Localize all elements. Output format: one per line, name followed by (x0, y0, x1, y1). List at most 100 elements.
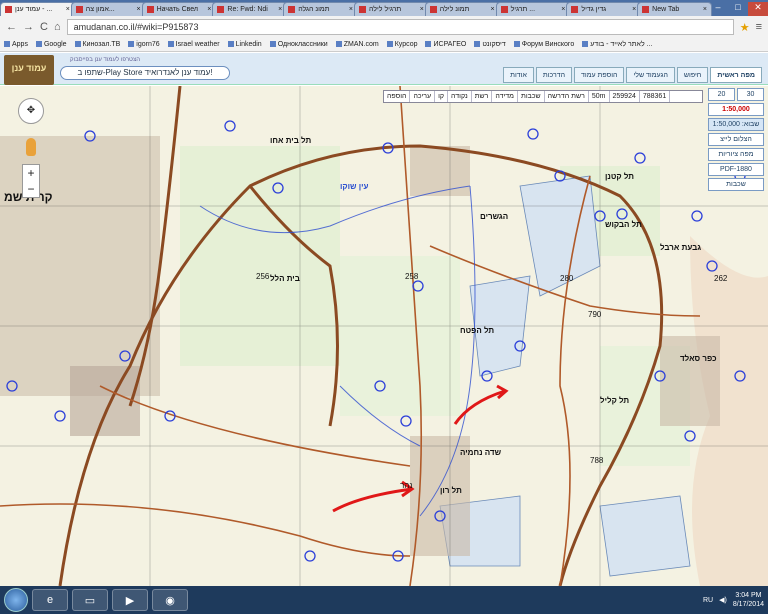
toolbar-item[interactable]: נקודה (448, 91, 472, 102)
coord-x-field[interactable]: 259924 (610, 91, 640, 102)
url-input[interactable]: amudanan.co.il/#wiki=P915873 (66, 19, 734, 35)
clock[interactable]: 3:04 PM 8/17/2014 (733, 591, 764, 609)
close-icon[interactable]: × (278, 6, 282, 13)
nav-tab[interactable]: הגעמוד שלי (626, 67, 675, 83)
toolbar-item[interactable]: רשת (472, 91, 493, 102)
forward-icon[interactable]: → (23, 21, 34, 33)
scale-button[interactable]: 1:50,000 (708, 103, 764, 116)
street-view-pegman-icon[interactable] (26, 138, 36, 156)
browser-tab[interactable]: תרגיל ... × (495, 2, 571, 16)
favicon-icon (217, 6, 225, 13)
close-icon[interactable]: × (632, 6, 636, 13)
maximize-icon[interactable]: □ (728, 2, 748, 16)
address-bar: ← → C ⌂ amudanan.co.il/#wiki=P915873 ★ ≡ (0, 16, 768, 38)
map-toolbar: הוספה עריכה קו נקודה רשת מדידה שכבות רשת… (383, 90, 703, 103)
back-icon[interactable]: ← (6, 21, 17, 33)
volume-icon[interactable]: ◀) (719, 596, 727, 604)
map-label: נהר (400, 481, 413, 490)
panel-button[interactable]: מפה ציוריות (708, 148, 764, 161)
toolbar-item[interactable]: רשת הדרשה (545, 91, 589, 102)
scale-display: 1:50,000 :שבוא (708, 118, 764, 131)
nav-tab[interactable]: אודות (503, 67, 534, 83)
map-canvas[interactable] (0, 86, 768, 586)
toolbar-item[interactable]: קו (435, 91, 449, 102)
map-label: תל הפטח (460, 326, 495, 335)
reload-icon[interactable]: C (40, 21, 48, 33)
bookmark-item[interactable]: Linkedin (228, 41, 262, 48)
toolbar-item[interactable]: הוספה (384, 91, 411, 102)
map-label: 280 (560, 274, 574, 283)
facebook-link[interactable]: הצטרפו לעמוד ענן בפייסבוק (70, 57, 140, 63)
bookmark-item[interactable]: לאתר לאייד - בודע ... (582, 41, 652, 48)
browser-tab[interactable]: New Tab × (637, 2, 712, 16)
close-icon[interactable]: × (66, 6, 70, 13)
close-icon[interactable]: × (703, 6, 707, 13)
bookmark-item[interactable]: Google (36, 41, 67, 48)
favicon-icon (571, 6, 579, 13)
map-label: שדה נחמיה (460, 448, 502, 457)
site-logo[interactable]: עמוד ענן (4, 55, 54, 85)
start-button[interactable] (4, 588, 28, 612)
map-pan-control[interactable]: ✥ (18, 98, 44, 124)
map-label: תל קליל (600, 396, 630, 405)
bookmark-item[interactable]: igorn76 (128, 41, 159, 48)
topographic-map[interactable]: קרית שמ תל בית אחו עין שוקו בית הלל תל ק… (0, 86, 768, 586)
favicon-icon (146, 6, 154, 13)
play-store-share-button[interactable]: שתפו ב-Play Store עמוד ענן לאנדרואיד! (60, 66, 230, 80)
toolbar-item[interactable]: שכבות (518, 91, 545, 102)
browser-tab[interactable]: תמונ הגלה × (283, 2, 358, 16)
toolbar-item[interactable]: מדידה (492, 91, 518, 102)
ie-icon[interactable]: e (32, 589, 68, 611)
home-icon[interactable]: ⌂ (54, 21, 61, 33)
nav-tab[interactable]: הוספת עמוד (574, 67, 625, 83)
map-label: תל רון (440, 486, 462, 495)
close-icon[interactable]: × (207, 6, 211, 13)
nav-tab[interactable]: הדרכות (535, 67, 573, 83)
close-icon[interactable]: × (490, 6, 494, 13)
browser-tab[interactable]: גדין גדיל × (566, 2, 642, 16)
toolbar-item[interactable]: 50m (589, 91, 610, 102)
bookmark-item[interactable]: ИСРАГЕО (425, 41, 466, 48)
pdf-button[interactable]: PDF-1880 (708, 163, 764, 176)
bookmark-item[interactable]: Apps (4, 41, 28, 48)
close-icon[interactable]: × (349, 6, 353, 13)
browser-tab[interactable]: עמוד ענן - ... × (0, 2, 75, 16)
menu-icon[interactable]: ≡ (756, 21, 762, 33)
nav-tab[interactable]: חיפוש (676, 67, 709, 83)
bookmark-item[interactable]: ZMAN.com (336, 41, 379, 48)
bookmarks-bar: Apps Google Кинозал.ТВ igorn76 Israel we… (0, 38, 768, 52)
language-indicator[interactable]: RU (703, 597, 713, 604)
bookmark-item[interactable]: Israel weather (168, 41, 220, 48)
favicon-icon (75, 6, 83, 13)
chrome-icon[interactable]: ◉ (152, 589, 188, 611)
favicon-icon (288, 6, 296, 13)
coord-y-field[interactable]: 788361 (640, 91, 671, 102)
bookmark-item[interactable]: Форум Винского (514, 41, 574, 48)
layers-button[interactable]: שכבות (708, 178, 764, 191)
close-icon[interactable]: × (420, 6, 424, 13)
bookmark-item[interactable]: Курсор (387, 41, 418, 48)
bookmark-item[interactable]: Кинозал.ТВ (75, 41, 121, 48)
close-icon[interactable]: × (561, 6, 565, 13)
nav-tab[interactable]: מפה ראשית (710, 67, 762, 83)
window-close-icon[interactable]: ✕ (748, 2, 768, 16)
browser-tab[interactable]: אמון צה... × (70, 2, 146, 16)
media-player-icon[interactable]: ▶ (112, 589, 148, 611)
browser-tab[interactable]: תמונ לילה × (424, 2, 500, 16)
panel-button[interactable]: הצלום לייצ (708, 133, 764, 146)
bookmark-item[interactable]: דיסקונט (474, 41, 505, 48)
bookmark-item[interactable]: Одноклассники (270, 41, 328, 48)
map-label: בית הלל (270, 274, 300, 283)
zoom-level-button[interactable]: 20 (708, 88, 735, 101)
map-label: 790 (588, 310, 602, 319)
browser-tab[interactable]: תרגיל לילה × (353, 2, 429, 16)
map-zoom-control[interactable]: + − (22, 164, 40, 198)
folder-icon[interactable]: ▭ (72, 589, 108, 611)
close-icon[interactable]: × (137, 6, 141, 13)
toolbar-item[interactable]: עריכה (410, 91, 436, 102)
star-icon[interactable]: ★ (740, 21, 750, 34)
browser-tab[interactable]: Re: Fwd: Ndi × (212, 2, 288, 16)
browser-tab[interactable]: Начать Свел × (141, 2, 217, 16)
zoom-level-button[interactable]: 30 (737, 88, 764, 101)
minimize-icon[interactable]: – (708, 2, 728, 16)
